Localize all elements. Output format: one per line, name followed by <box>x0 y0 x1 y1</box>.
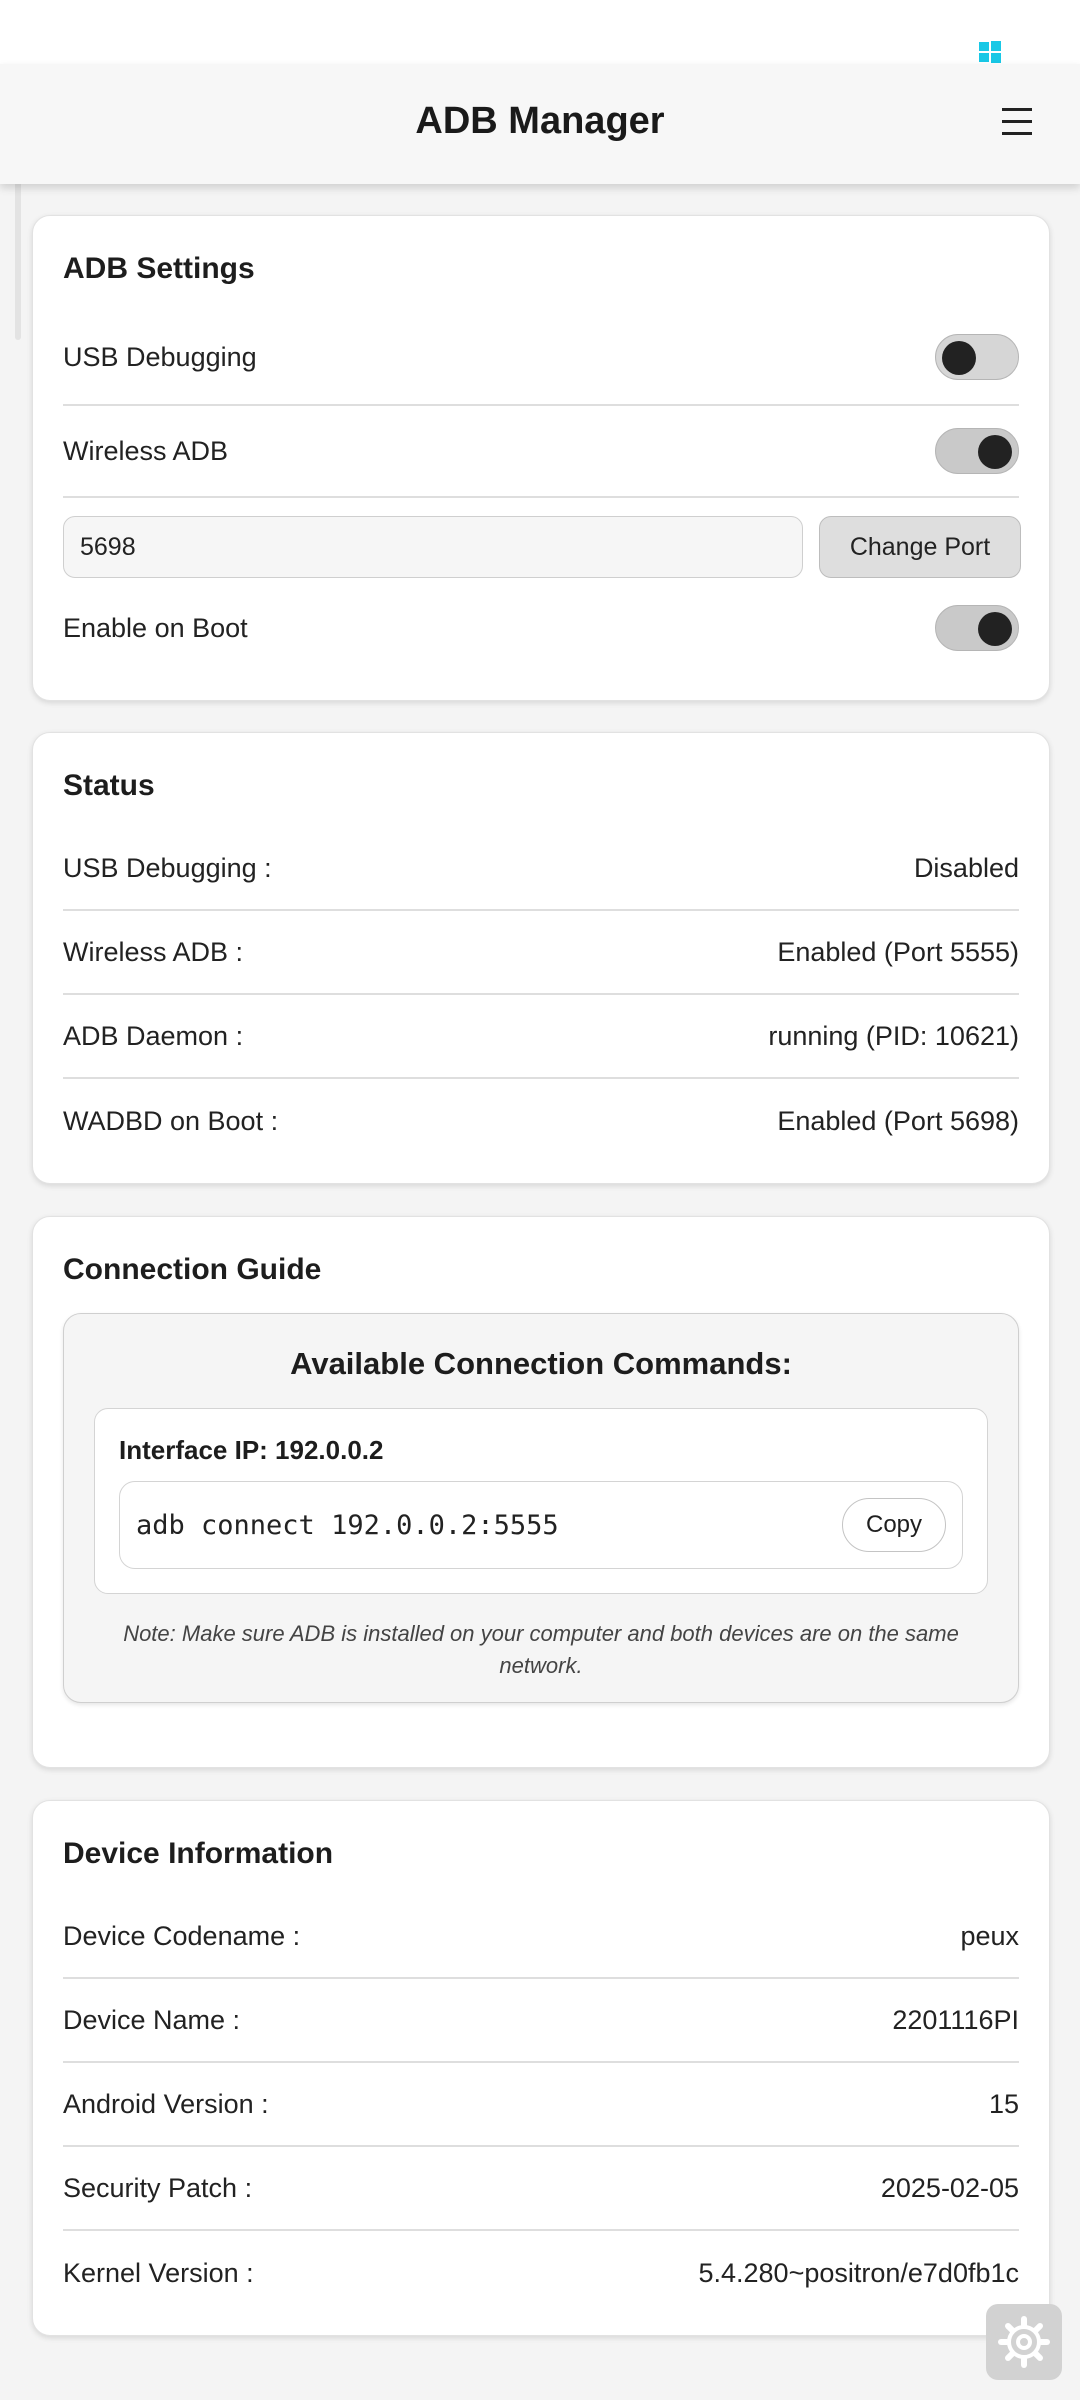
connection-commands-heading: Available Connection Commands: <box>290 1346 792 1381</box>
status-row-value: Enabled (Port 5698) <box>777 1105 1019 1136</box>
status-row: USB Debugging : Disabled <box>63 827 1019 911</box>
device-info-row: Kernel Version : 5.4.280~positron/e7d0fb… <box>63 2231 1019 2315</box>
status-card: Status USB Debugging : Disabled Wireless… <box>32 732 1050 1184</box>
settings-fab-button[interactable] <box>986 2304 1062 2380</box>
device-info-label: Android Version : <box>63 2088 269 2119</box>
change-port-button[interactable]: Change Port <box>819 516 1021 578</box>
settings-gear-icon <box>998 2316 1050 2368</box>
device-info-label: Device Codename : <box>63 1920 301 1951</box>
device-info-label: Device Name : <box>63 2004 241 2035</box>
device-info-value: 15 <box>988 2088 1019 2119</box>
enable-on-boot-toggle[interactable] <box>935 605 1019 651</box>
device-info-row: Security Patch : 2025-02-05 <box>63 2147 1019 2231</box>
status-row: Wireless ADB : Enabled (Port 5555) <box>63 911 1019 995</box>
connection-guide-card: Connection Guide Available Connection Co… <box>32 1216 1050 1768</box>
windows-logo-icon <box>979 41 1001 63</box>
device-info-row: Device Name : 2201116PI <box>63 1979 1019 2063</box>
port-input[interactable] <box>63 516 803 578</box>
device-info-label: Security Patch : <box>63 2172 253 2203</box>
status-row-label: USB Debugging : <box>63 852 272 883</box>
device-info-value: 2201116PI <box>892 2004 1019 2035</box>
app-bar: ADB Manager <box>0 64 1080 184</box>
device-info-value: 5.4.280~positron/e7d0fb1c <box>698 2257 1019 2288</box>
status-row-value: running (PID: 10621) <box>768 1020 1019 1051</box>
adb-settings-title: ADB Settings <box>63 252 255 285</box>
wireless-adb-row: Wireless ADB <box>63 406 1019 498</box>
interface-ip-label: Interface IP: 192.0.0.2 <box>119 1435 384 1465</box>
status-row-value: Disabled <box>913 852 1019 883</box>
status-title: Status <box>63 769 155 802</box>
usb-debugging-toggle[interactable] <box>935 334 1019 380</box>
page-title: ADB Manager <box>415 100 665 142</box>
usb-debugging-row: USB Debugging <box>63 310 1019 406</box>
connection-note: Note: Make sure ADB is installed on your… <box>123 1621 959 1678</box>
status-row-label: WADBD on Boot : <box>63 1105 279 1136</box>
enable-on-boot-label: Enable on Boot <box>63 612 248 643</box>
device-info-card: Device Information Device Codename : peu… <box>32 1800 1050 2336</box>
wireless-adb-label: Wireless ADB <box>63 435 229 466</box>
device-info-value: 2025-02-05 <box>880 2172 1019 2203</box>
connection-guide-title: Connection Guide <box>63 1253 322 1286</box>
status-row: WADBD on Boot : Enabled (Port 5698) <box>63 1079 1019 1163</box>
scroll-indicator <box>15 172 21 340</box>
device-info-value: peux <box>960 1920 1019 1951</box>
usb-debugging-label: USB Debugging <box>63 341 257 372</box>
status-row: ADB Daemon : running (PID: 10621) <box>63 995 1019 1079</box>
device-info-label: Kernel Version : <box>63 2257 254 2288</box>
device-info-row: Device Codename : peux <box>63 1895 1019 1979</box>
enable-on-boot-row: Enable on Boot <box>63 586 1019 670</box>
status-row-label: Wireless ADB : <box>63 936 244 967</box>
adb-settings-card: ADB Settings USB Debugging Wireless ADB … <box>32 215 1050 701</box>
device-info-title: Device Information <box>63 1837 334 1870</box>
hamburger-menu-icon[interactable] <box>1002 108 1034 140</box>
copy-button[interactable]: Copy <box>842 1498 946 1552</box>
status-row-value: Enabled (Port 5555) <box>777 936 1019 967</box>
device-info-row: Android Version : 15 <box>63 2063 1019 2147</box>
connection-commands-box: Available Connection Commands: Interface… <box>63 1313 1019 1703</box>
adb-connect-command: adb connect 192.0.0.2:5555 <box>136 1510 559 1541</box>
command-box: adb connect 192.0.0.2:5555 Copy <box>119 1481 963 1569</box>
status-bar <box>0 0 1080 64</box>
interface-box: Interface IP: 192.0.0.2 adb connect 192.… <box>94 1408 988 1594</box>
status-row-label: ADB Daemon : <box>63 1020 244 1051</box>
wireless-adb-toggle[interactable] <box>935 428 1019 474</box>
